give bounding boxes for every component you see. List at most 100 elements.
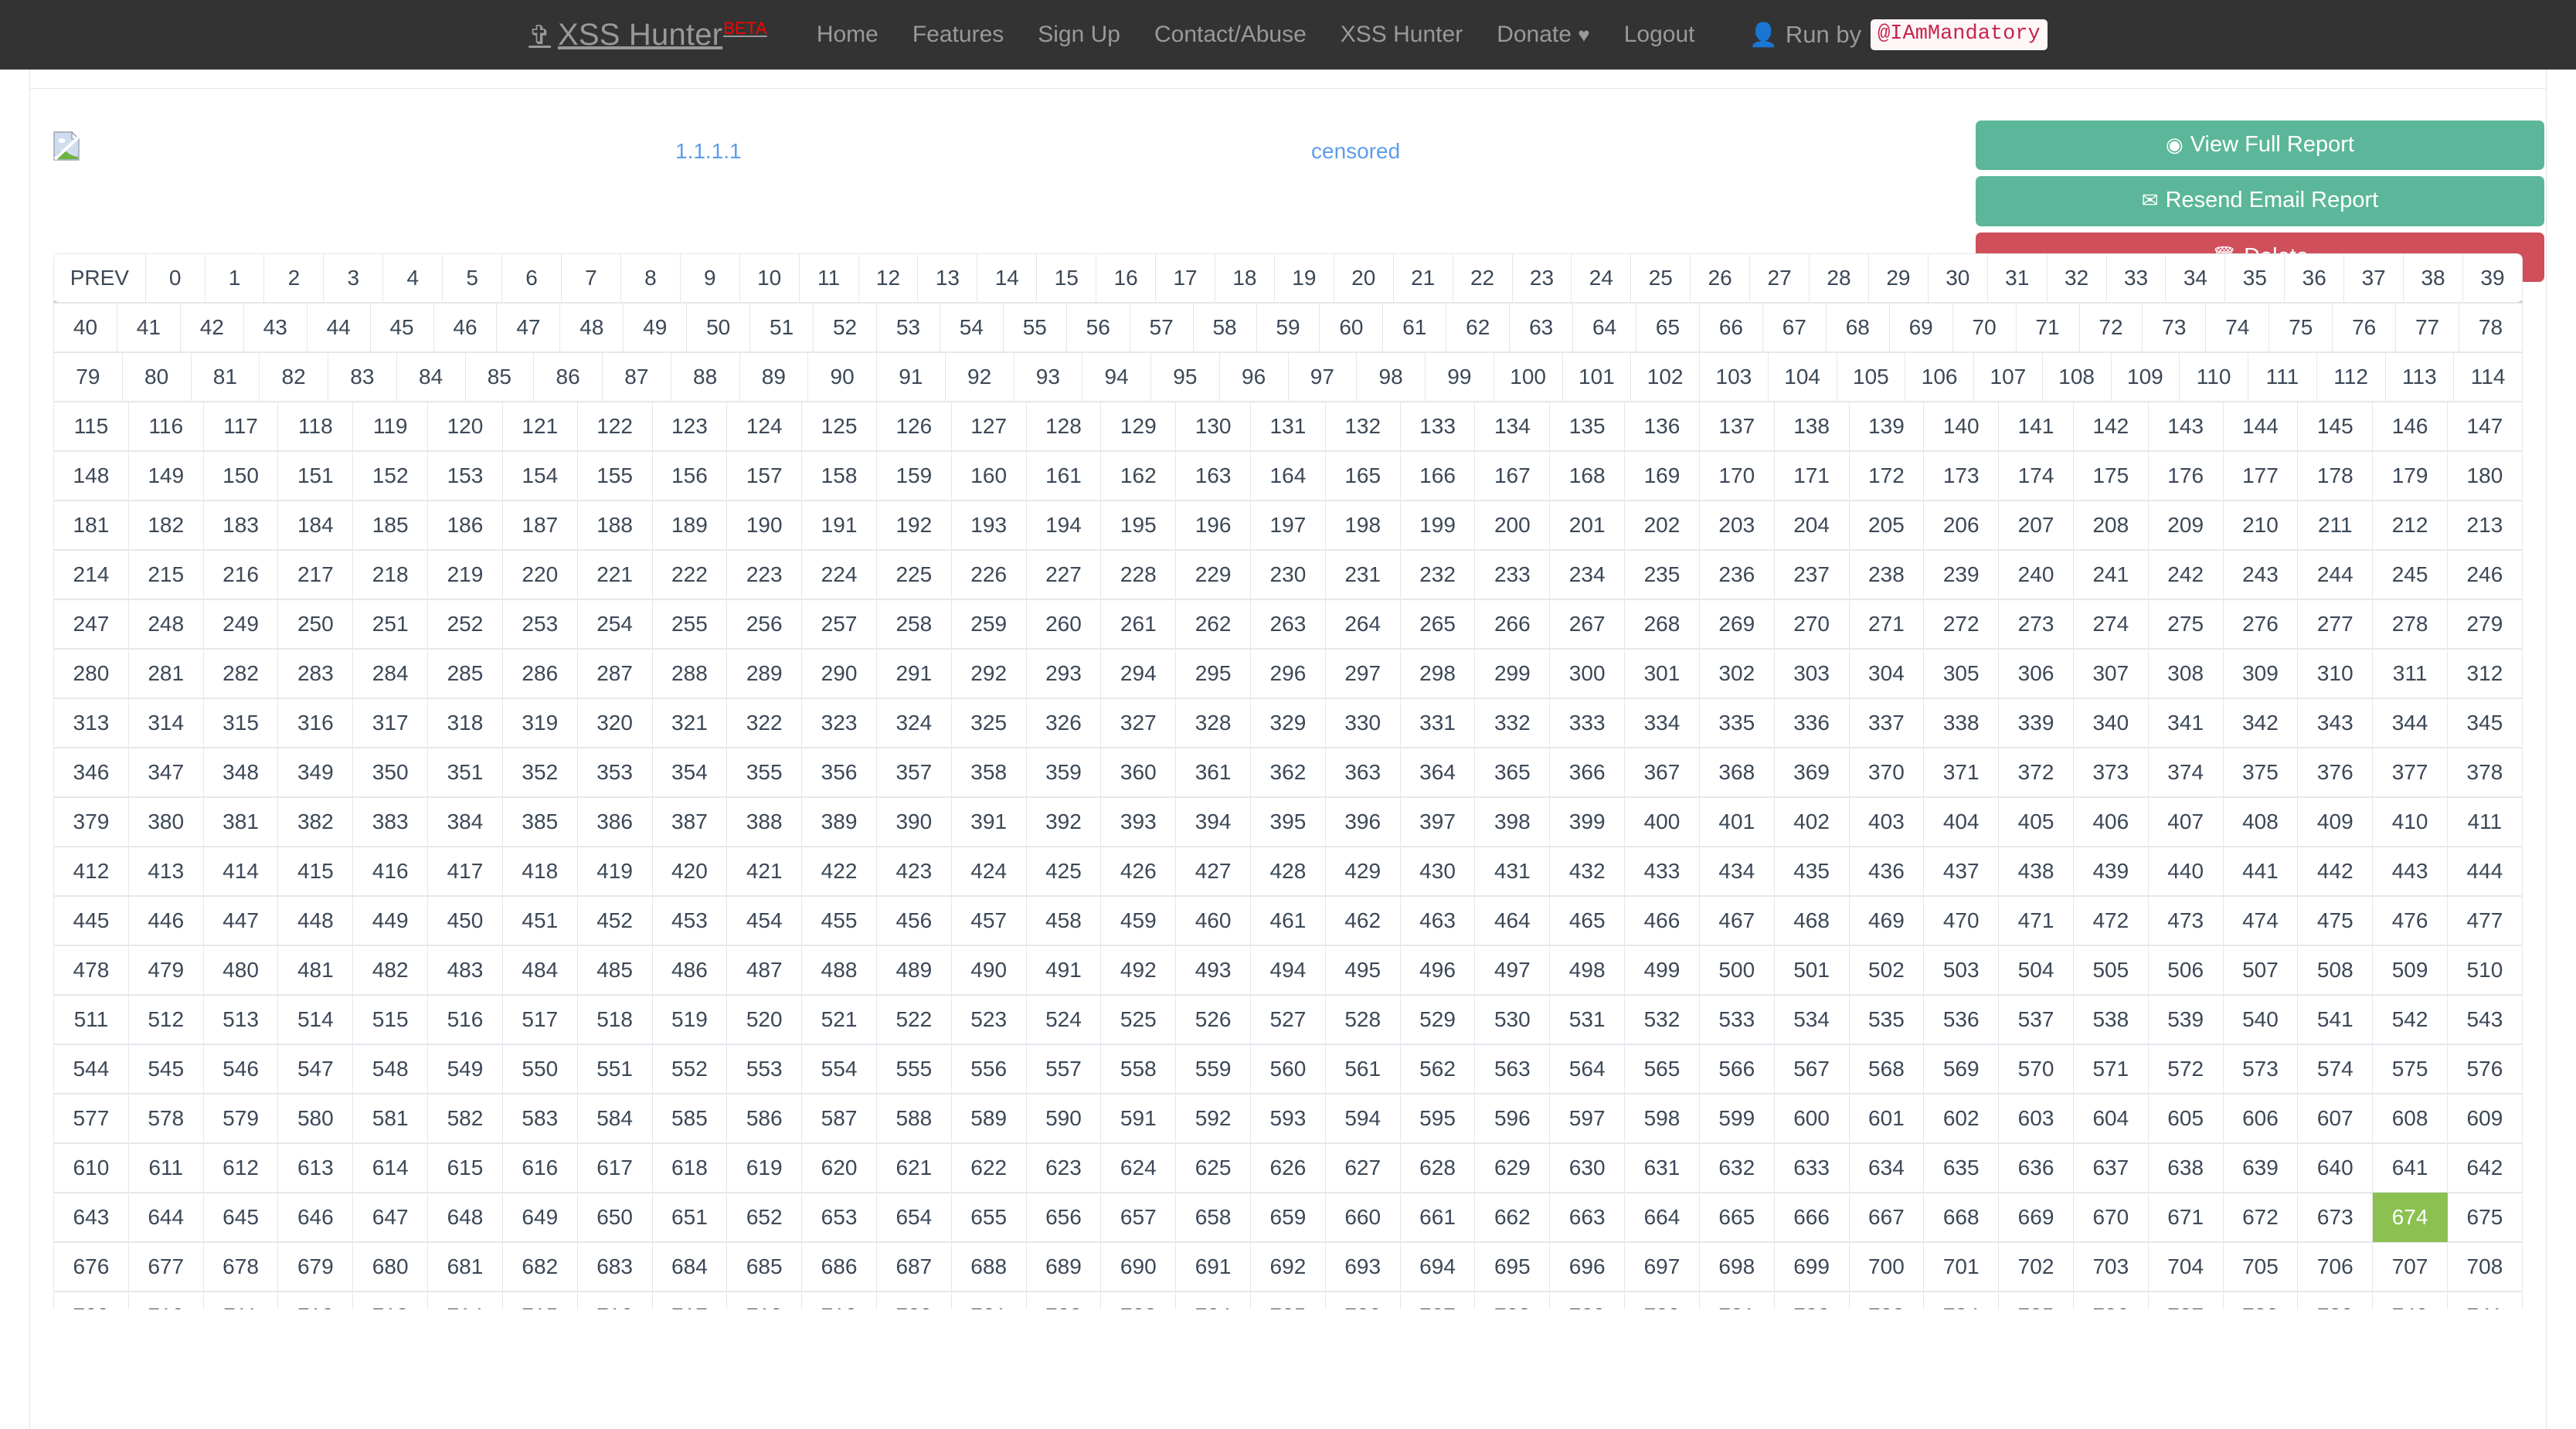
pagination-page[interactable]: 351 (428, 748, 503, 797)
pagination-page[interactable]: 357 (876, 748, 952, 797)
pagination-page[interactable]: 490 (951, 945, 1027, 995)
pagination-page[interactable]: 63 (1510, 303, 1574, 352)
pagination-page[interactable]: 41 (117, 303, 181, 352)
pagination-page[interactable]: 268 (1625, 599, 1700, 649)
pagination-page[interactable]: 163 (1176, 451, 1251, 501)
pagination-page[interactable]: 166 (1400, 451, 1476, 501)
pagination-page[interactable]: 432 (1550, 847, 1626, 896)
pagination-page[interactable]: 553 (727, 1044, 803, 1094)
pagination-page[interactable]: 505 (2073, 945, 2149, 995)
pagination-page[interactable]: 373 (2073, 748, 2149, 797)
pagination-page[interactable]: 366 (1550, 748, 1626, 797)
pagination-page[interactable]: 180 (2448, 451, 2523, 501)
pagination-page[interactable]: 407 (2148, 797, 2224, 847)
pagination-page[interactable]: 359 (1026, 748, 1102, 797)
pagination-page[interactable]: 345 (2448, 698, 2523, 748)
pagination-page[interactable]: 587 (802, 1094, 877, 1143)
pagination-page[interactable]: 32 (2047, 253, 2107, 303)
pagination-page[interactable]: 290 (802, 649, 877, 698)
pagination-page[interactable]: 709 (53, 1292, 129, 1309)
pagination-page[interactable]: 632 (1699, 1143, 1775, 1193)
pagination-page[interactable]: 469 (1849, 896, 1925, 945)
pagination-page[interactable]: 719 (802, 1292, 877, 1309)
pagination-page[interactable]: 559 (1176, 1044, 1251, 1094)
pagination-page[interactable]: 40 (53, 303, 117, 352)
pagination-page[interactable]: 72 (2079, 303, 2143, 352)
pagination-page[interactable]: 731 (1699, 1292, 1775, 1309)
pagination-page[interactable]: 514 (278, 995, 354, 1044)
pagination-page[interactable]: 65 (1636, 303, 1700, 352)
pagination-page[interactable]: 127 (951, 402, 1027, 451)
pagination-page[interactable]: 486 (652, 945, 728, 995)
pagination-page[interactable]: 355 (727, 748, 803, 797)
pagination-page[interactable]: 421 (727, 847, 803, 896)
pagination-page[interactable]: 121 (502, 402, 578, 451)
pagination-page[interactable]: 81 (191, 352, 260, 402)
pagination-page[interactable]: 385 (502, 797, 578, 847)
pagination-page[interactable]: 318 (428, 698, 503, 748)
pagination-page[interactable]: 139 (1849, 402, 1925, 451)
pagination-page[interactable]: 672 (2223, 1193, 2299, 1242)
pagination-page[interactable]: 174 (1999, 451, 2074, 501)
pagination-page[interactable]: 300 (1550, 649, 1626, 698)
pagination-page[interactable]: 249 (203, 599, 279, 649)
pagination-page[interactable]: 193 (951, 501, 1027, 550)
pagination-page[interactable]: 162 (1101, 451, 1177, 501)
pagination-page[interactable]: 117 (203, 402, 279, 451)
pagination-page[interactable]: 58 (1193, 303, 1257, 352)
pagination-page[interactable]: 328 (1176, 698, 1251, 748)
pagination-page[interactable]: 701 (1924, 1242, 2000, 1292)
pagination-page[interactable]: 541 (2298, 995, 2374, 1044)
pagination-page[interactable]: 526 (1176, 995, 1251, 1044)
pagination-page[interactable]: 703 (2073, 1242, 2149, 1292)
pagination-page[interactable]: 395 (1251, 797, 1326, 847)
pagination-page[interactable]: 565 (1625, 1044, 1700, 1094)
pagination-page[interactable]: 598 (1625, 1094, 1700, 1143)
pagination-page[interactable]: 71 (2016, 303, 2080, 352)
pagination-page[interactable]: 411 (2448, 797, 2523, 847)
pagination-page[interactable]: 149 (128, 451, 204, 501)
pagination-page[interactable]: 645 (203, 1193, 279, 1242)
pagination-page[interactable]: 539 (2148, 995, 2224, 1044)
pagination-page[interactable]: 225 (876, 550, 952, 599)
pagination-page[interactable]: 599 (1699, 1094, 1775, 1143)
pagination-page[interactable]: 97 (1288, 352, 1358, 402)
pagination-page[interactable]: 202 (1625, 501, 1700, 550)
brand-logo[interactable]: ✞ XSS Hunter BETA (528, 18, 767, 53)
pagination-page[interactable]: 380 (128, 797, 204, 847)
pagination-page[interactable]: 467 (1699, 896, 1775, 945)
pagination-page[interactable]: 689 (1026, 1242, 1102, 1292)
pagination-page[interactable]: 69 (1889, 303, 1953, 352)
pagination-page[interactable]: 393 (1101, 797, 1177, 847)
pagination-page[interactable]: 39 (2463, 253, 2523, 303)
pagination-page[interactable]: 700 (1849, 1242, 1925, 1292)
pagination-page[interactable]: 360 (1101, 748, 1177, 797)
pagination-page[interactable]: 384 (428, 797, 503, 847)
pagination-page[interactable]: 586 (727, 1094, 803, 1143)
pagination-page[interactable]: 148 (53, 451, 129, 501)
pagination-page[interactable]: 362 (1251, 748, 1326, 797)
view-full-report-button[interactable]: ◉ View Full Report (1976, 120, 2544, 171)
pagination-page[interactable]: 614 (353, 1143, 429, 1193)
pagination-page[interactable]: 145 (2298, 402, 2374, 451)
pagination-page[interactable]: 301 (1625, 649, 1700, 698)
pagination-page[interactable]: 128 (1026, 402, 1102, 451)
pagination-page[interactable]: 584 (577, 1094, 653, 1143)
pagination-page[interactable]: 118 (278, 402, 354, 451)
pagination-page[interactable]: 13 (918, 253, 978, 303)
pagination-page[interactable]: 729 (1550, 1292, 1626, 1309)
pagination-page[interactable]: 440 (2148, 847, 2224, 896)
pagination-page[interactable]: 371 (1924, 748, 2000, 797)
pagination-page[interactable]: 723 (1101, 1292, 1177, 1309)
pagination-page[interactable]: 42 (180, 303, 244, 352)
pagination-page[interactable]: 418 (502, 847, 578, 896)
pagination-page[interactable]: 321 (652, 698, 728, 748)
pagination-page[interactable]: 98 (1357, 352, 1426, 402)
pagination-page[interactable]: 325 (951, 698, 1027, 748)
resend-email-report-button[interactable]: ✉ Resend Email Report (1976, 176, 2544, 226)
pagination-page[interactable]: 478 (53, 945, 129, 995)
pagination-page[interactable]: 549 (428, 1044, 503, 1094)
pagination-page[interactable]: 154 (502, 451, 578, 501)
pagination-page[interactable]: 596 (1475, 1094, 1551, 1143)
pagination-page[interactable]: 637 (2073, 1143, 2149, 1193)
